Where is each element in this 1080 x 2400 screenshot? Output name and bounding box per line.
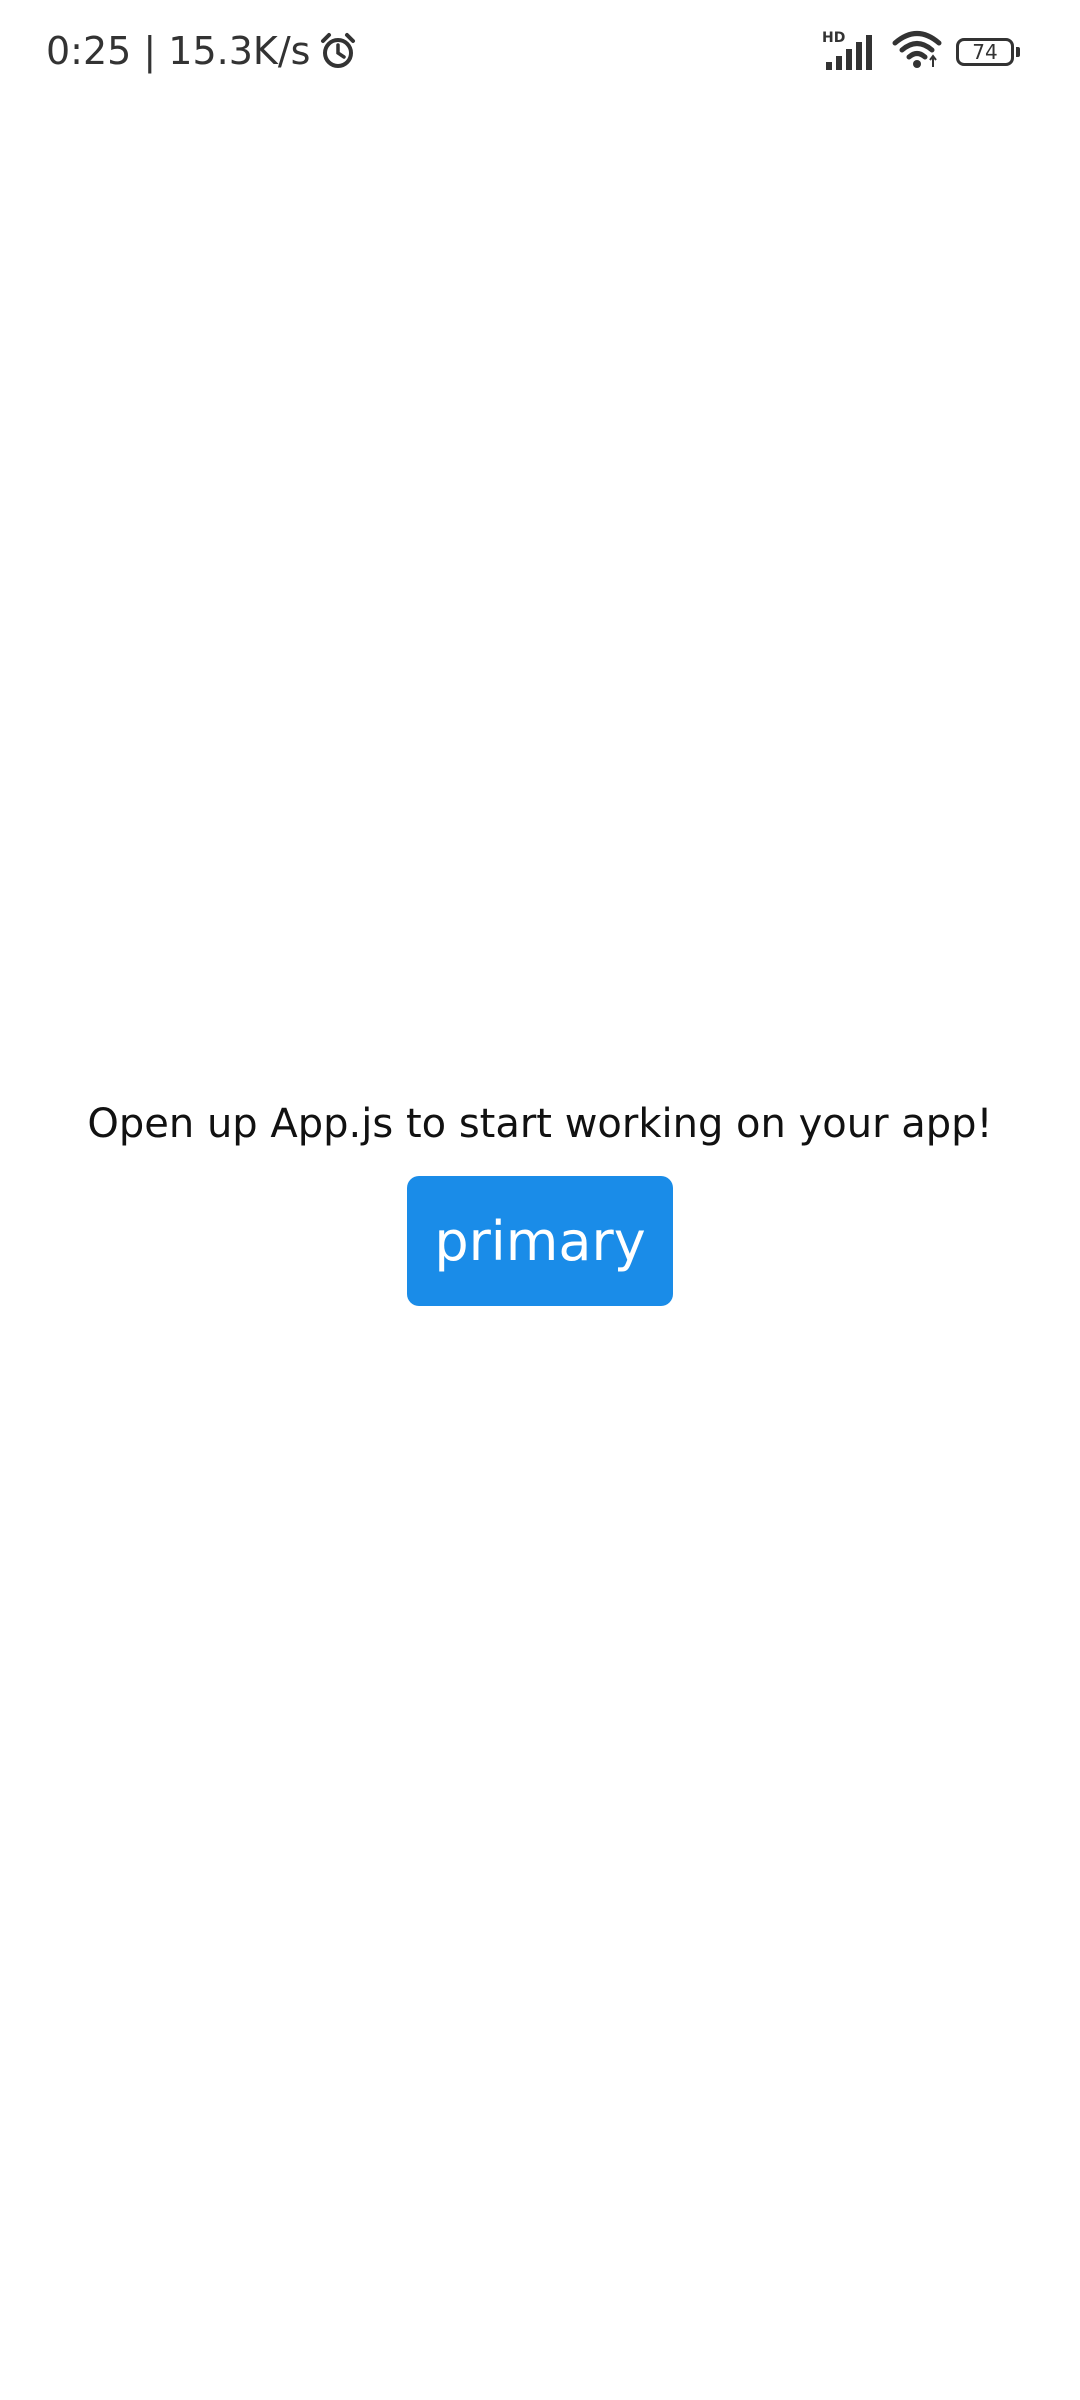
alarm-clock-icon xyxy=(318,31,358,71)
status-left: 0:25 | 15.3K/s xyxy=(46,26,358,76)
wifi-icon xyxy=(892,30,942,74)
status-bar: 0:25 | 15.3K/s HD 74 xyxy=(0,0,1080,100)
battery-level: 74 xyxy=(956,38,1014,66)
battery-tip xyxy=(1016,47,1020,57)
primary-button[interactable]: primary xyxy=(407,1176,673,1306)
welcome-message: Open up App.js to start working on your … xyxy=(87,1101,993,1147)
battery-icon: 74 xyxy=(956,37,1022,67)
time-network-speed: 0:25 | 15.3K/s xyxy=(46,29,311,73)
main-content: Open up App.js to start working on your … xyxy=(0,1090,1080,1306)
status-right: HD 74 xyxy=(822,30,1022,74)
cellular-signal-icon: HD xyxy=(822,30,878,72)
